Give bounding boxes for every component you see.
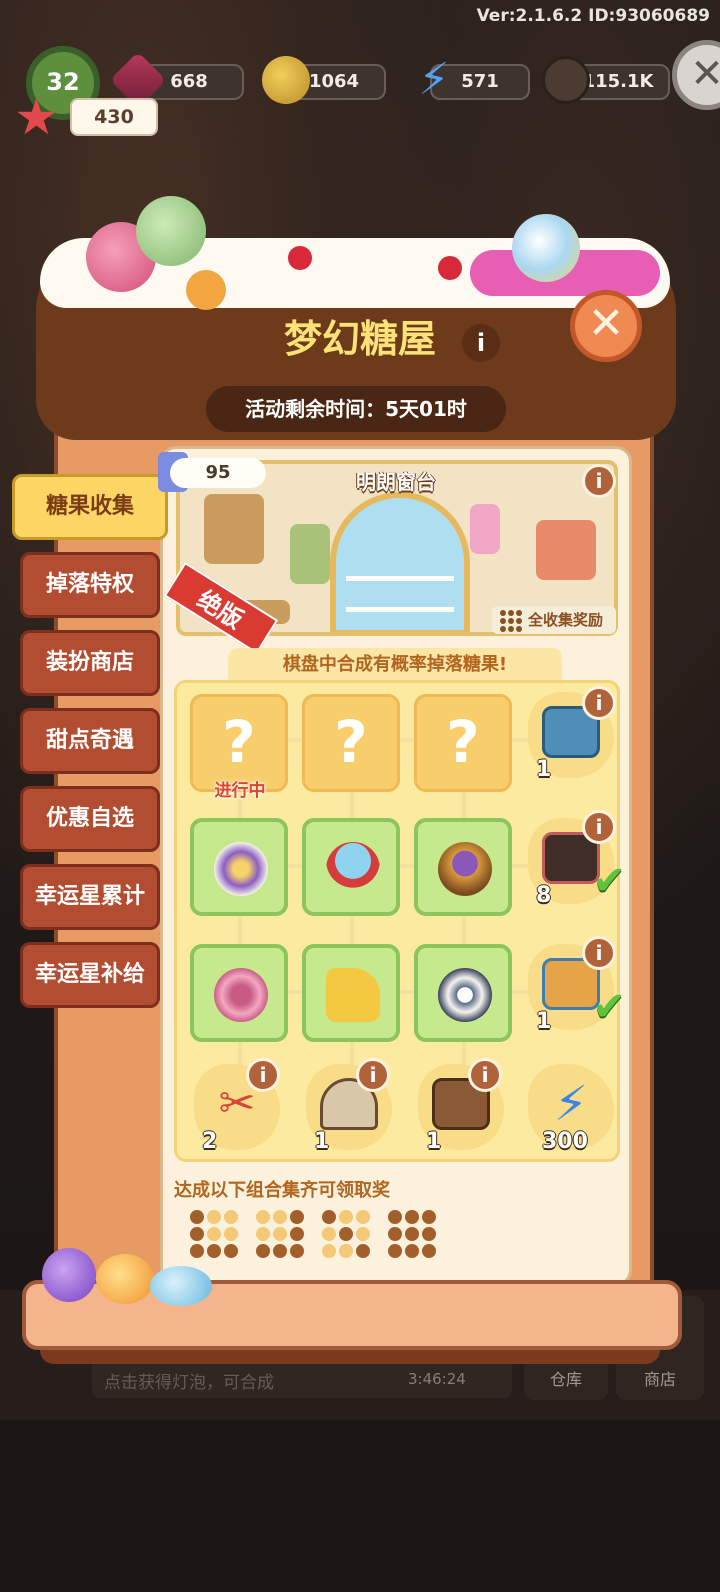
reward-info-icon[interactable]: i xyxy=(356,1058,390,1092)
window-sill-icon xyxy=(330,492,470,632)
reward-info-icon[interactable]: i xyxy=(582,686,616,720)
tab-discount-pick[interactable]: 优惠自选 xyxy=(20,786,160,852)
combo-pattern[interactable] xyxy=(256,1210,306,1258)
combo-pattern[interactable] xyxy=(322,1210,372,1258)
collection-progress: 95 xyxy=(170,458,266,488)
pudding-icon xyxy=(438,842,492,896)
claimed-check-icon: ✔ xyxy=(592,858,626,904)
cookie-cake-icon xyxy=(438,968,492,1022)
tab-dessert-adventure[interactable]: 甜点奇遇 xyxy=(20,708,160,774)
tab-decor-shop[interactable]: 装扮商店 xyxy=(20,630,160,696)
cookie-icon xyxy=(186,270,226,310)
timer-label: 活动剩余时间： xyxy=(245,397,386,421)
reward-count: 1 xyxy=(314,1129,330,1154)
combo-title: 达成以下组合集齐可领取奖 xyxy=(174,1180,390,1201)
reward-count: 1 xyxy=(536,1009,552,1034)
tab-candy-collection[interactable]: 糖果收集 xyxy=(12,474,168,540)
column-reward[interactable]: ⚡ 300 xyxy=(528,1064,618,1154)
showcase-item-name: 明朗窗台 xyxy=(356,470,436,494)
star-icon: ★ xyxy=(14,88,59,146)
cheese-icon xyxy=(326,968,380,1022)
energy-bolt-icon: ⚡ xyxy=(554,1076,588,1132)
cherry-icon xyxy=(288,246,312,270)
collected-cell[interactable] xyxy=(414,818,512,916)
locked-cell[interactable]: ? xyxy=(302,694,400,792)
timer-value: 5天01时 xyxy=(385,397,467,421)
board-hint: 棋盘中合成有概率掉落糖果! xyxy=(228,648,562,682)
coin-icon xyxy=(262,56,310,104)
collected-cell[interactable] xyxy=(414,944,512,1042)
candy-plate-icon xyxy=(214,842,268,896)
cuckoo-clock-icon xyxy=(204,494,264,564)
energy-icon: ⚡ xyxy=(418,54,450,105)
collected-cell[interactable] xyxy=(302,944,400,1042)
tab-lucky-star-supply[interactable]: 幸运星补给 xyxy=(20,942,160,1008)
wrapped-candy-icon xyxy=(42,1248,96,1302)
cherry-icon xyxy=(438,256,462,280)
version-label: Ver:2.1.6.2 ID:93060689 xyxy=(476,6,710,26)
title-info-icon[interactable]: i xyxy=(462,324,500,362)
reward-count: 1 xyxy=(536,757,552,782)
reward-count: 2 xyxy=(202,1129,218,1154)
seed-icon xyxy=(542,56,590,104)
showcase-info-icon[interactable]: i xyxy=(582,464,616,498)
claimed-check-icon: ✔ xyxy=(592,984,626,1030)
reward-info-icon[interactable]: i xyxy=(582,810,616,844)
event-timer: 活动剩余时间：5天01时 xyxy=(206,386,506,432)
swiss-roll-icon xyxy=(214,968,268,1022)
reward-info-icon[interactable]: i xyxy=(468,1058,502,1092)
reward-info-icon[interactable]: i xyxy=(582,936,616,970)
plant-shelf-icon xyxy=(290,524,330,584)
combo-pattern[interactable] xyxy=(190,1210,240,1258)
star-counter: 430 xyxy=(70,98,158,136)
reward-count: 1 xyxy=(426,1129,442,1154)
wrapped-candy-icon xyxy=(150,1266,212,1306)
locked-cell[interactable]: ? xyxy=(414,694,512,792)
window-railing xyxy=(346,576,454,612)
reward-info-icon[interactable]: i xyxy=(246,1058,280,1092)
lollipop-green-icon xyxy=(136,196,206,266)
swirl-candy-icon xyxy=(512,214,580,282)
collected-cell[interactable] xyxy=(190,944,288,1042)
wrapped-candy-icon xyxy=(96,1254,154,1304)
panel-close-button[interactable]: ✕ xyxy=(570,290,642,362)
ice-cream-icon xyxy=(470,504,500,554)
tab-lucky-star-total[interactable]: 幸运星累计 xyxy=(20,864,160,930)
combo-pattern[interactable] xyxy=(388,1210,438,1258)
grid-icon xyxy=(500,610,522,632)
panel-title: 梦幻糖屋 xyxy=(283,317,436,361)
tab-drop-privilege[interactable]: 掉落特权 xyxy=(20,552,160,618)
reward-count: 300 xyxy=(542,1129,588,1154)
collected-cell[interactable] xyxy=(190,818,288,916)
gummy-bear-icon xyxy=(326,842,380,896)
reward-count: 8 xyxy=(536,883,552,908)
in-progress-label: 进行中 xyxy=(214,781,266,801)
candy-frame-icon xyxy=(536,520,596,580)
collected-cell[interactable] xyxy=(302,818,400,916)
